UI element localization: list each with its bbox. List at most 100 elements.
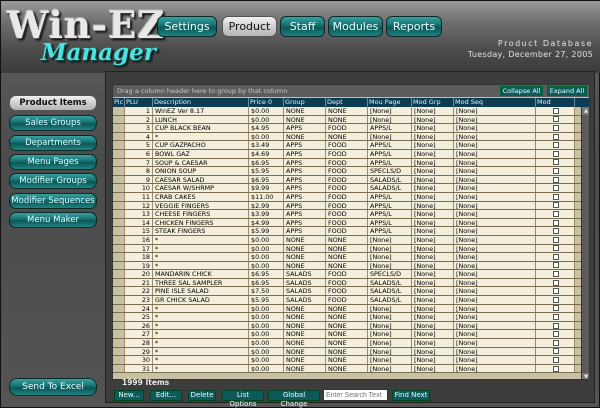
- sidebar-item-sales-groups[interactable]: Sales Groups: [9, 115, 97, 131]
- scroll-up-icon[interactable]: ▲: [582, 107, 589, 115]
- nav-modules[interactable]: Modules: [328, 16, 383, 37]
- table-row[interactable]: 3 CUP BLACK BEAN $4.95 APPS FOOD APPS/L [None]…: [113, 124, 583, 133]
- column-header-pic[interactable]: Pic: [113, 98, 125, 107]
- table-row[interactable]: 9 CAESAR SALAD $6.95 APPS FOOD SALADS/L [None]…: [113, 175, 583, 185]
- sidebar-item-product-items[interactable]: Product Items: [9, 95, 97, 111]
- mod-checkbox[interactable]: [553, 142, 559, 149]
- mod-checkbox[interactable]: [553, 185, 559, 192]
- table-row[interactable]: 23 GR CHICK SALAD $5.95 SALADS FOOD SALADS/L[…: [113, 296, 583, 305]
- mod-checkbox[interactable]: [553, 365, 559, 372]
- mod-checkbox[interactable]: [553, 288, 559, 295]
- nav-reports[interactable]: Reports: [386, 16, 442, 37]
- table-row[interactable]: 29 * $0.00 NONE NONE [None] [None] [None]: [113, 347, 583, 357]
- mod-checkbox[interactable]: [553, 296, 559, 303]
- sidebar-item-modifier-sequences[interactable]: Modifier Sequences: [9, 193, 97, 209]
- mod-checkbox[interactable]: [553, 331, 559, 338]
- column-header-mod-grp[interactable]: Mod Grp: [412, 98, 454, 107]
- table-row[interactable]: 20 MANDARIN CHICK $6.95 SALADS FOOD SPECLS/D[…: [113, 270, 583, 279]
- table-row[interactable]: 30 * $0.00 NONE NONE [None] [None] [None]: [113, 356, 583, 365]
- column-header-mod[interactable]: Mod: [536, 98, 575, 107]
- table-row[interactable]: 19 * $0.00 NONE NONE [None] [None] [None]: [113, 261, 583, 271]
- list-options-button[interactable]: List Options: [222, 390, 264, 408]
- mod-checkbox[interactable]: [553, 159, 559, 166]
- mod-checkbox[interactable]: [553, 305, 559, 312]
- table-row[interactable]: 6 BOWL GAZ $4.69 APPS FOOD APPS/L [None] [None]: [113, 149, 583, 159]
- table-row[interactable]: 12 VEGGIE FINGERS $2.99 APPS FOOD APPS/L [None…: [113, 201, 583, 211]
- column-header-group[interactable]: Group: [284, 98, 326, 107]
- table-row[interactable]: 16 * $0.00 NONE NONE [None] [None] [None]: [113, 235, 583, 245]
- mod-checkbox[interactable]: [553, 210, 559, 217]
- mod-checkbox[interactable]: [553, 116, 559, 123]
- mod-checkbox[interactable]: [553, 339, 559, 346]
- mod-checkbox[interactable]: [553, 193, 559, 200]
- mod-checkbox[interactable]: [553, 245, 559, 252]
- mod-checkbox[interactable]: [553, 357, 559, 364]
- table-row[interactable]: 10 CAESAR W/SHRMP $9.99 APPS FOOD SALADS/L [No…: [113, 184, 583, 193]
- table-row[interactable]: 1 WinEZ Ver 8.17 $0.00 NONE NONE [None] [None]…: [113, 107, 583, 116]
- table-row[interactable]: 7 SOUP & CAESAR $6.95 APPS FOOD APPS/L [None][…: [113, 158, 583, 168]
- nav-settings[interactable]: Settings: [157, 16, 217, 37]
- cell-mod-seq: [None]: [454, 227, 536, 235]
- mod-checkbox[interactable]: [553, 219, 559, 226]
- global-change-button[interactable]: Global Change: [268, 390, 320, 408]
- column-header-dept[interactable]: Dept: [326, 98, 368, 107]
- table-row[interactable]: 13 CHEESE FINGERS $3.99 APPS FOOD APPS/L [None…: [113, 210, 583, 219]
- table-row[interactable]: 5 CUP GAZPACHO $3.49 APPS FOOD APPS/L [None] [N…: [113, 141, 583, 150]
- mod-checkbox[interactable]: [553, 314, 559, 321]
- mod-checkbox[interactable]: [553, 262, 559, 269]
- search-input[interactable]: [323, 389, 388, 401]
- table-row[interactable]: 31 * $0.00 NONE NONE [None] [None] [None]: [113, 364, 583, 374]
- table-row[interactable]: 15 STEAK FINGERS $5.99 APPS FOOD APPS/L [None]…: [113, 227, 583, 236]
- column-header-plu[interactable]: PLU: [125, 98, 153, 107]
- column-header-description[interactable]: Description: [153, 98, 249, 107]
- table-row[interactable]: 24 * $0.00 NONE NONE [None] [None] [None]: [113, 304, 583, 314]
- table-row[interactable]: 8 ONION SOUP $5.95 APPS FOOD SPECLS/D [None] [N…: [113, 167, 583, 176]
- mod-checkbox[interactable]: [553, 133, 559, 140]
- mod-checkbox[interactable]: [553, 228, 559, 235]
- table-row[interactable]: 11 CRAB CAKES $11.00 APPS FOOD APPS/L [None] [N…: [113, 192, 583, 202]
- table-row[interactable]: 22 PINE ISLE SALAD $7.50 SALADS FOOD SALADS/L…: [113, 287, 583, 297]
- mod-checkbox[interactable]: [553, 236, 559, 243]
- nav-staff[interactable]: Staff: [280, 16, 325, 37]
- mod-checkbox[interactable]: [553, 271, 559, 278]
- mod-checkbox[interactable]: [553, 107, 559, 114]
- table-row[interactable]: 17 * $0.00 NONE NONE [None] [None] [None]: [113, 244, 583, 254]
- mod-checkbox[interactable]: [553, 322, 559, 329]
- table-row[interactable]: 2 LUNCH $0.00 NONE NONE [None] [None] [None]: [113, 115, 583, 125]
- new-button[interactable]: New...: [114, 390, 144, 401]
- find-next-button[interactable]: Find Next: [392, 390, 430, 401]
- mod-checkbox[interactable]: [553, 279, 559, 286]
- table-row[interactable]: 28 * $0.00 NONE NONE [None] [None] [None]: [113, 339, 583, 348]
- table-row[interactable]: 21 THREE SAL SAMPLER $6.95 SALADS FOOD SALADS…: [113, 278, 583, 288]
- table-row[interactable]: 14 CHICKEN FINGERS $4.99 APPS FOOD APPS/L [Non…: [113, 218, 583, 228]
- table-row[interactable]: 18 * $0.00 NONE NONE [None] [None] [None]: [113, 253, 583, 262]
- send-to-excel-button[interactable]: Send To Excel: [9, 378, 97, 396]
- collapse-all-button[interactable]: Collapse All: [500, 86, 543, 96]
- sidebar-item-menu-maker[interactable]: Menu Maker: [9, 212, 97, 228]
- mod-checkbox[interactable]: [553, 167, 559, 174]
- sidebar-item-menu-pages[interactable]: Menu Pages: [9, 154, 97, 170]
- scroll-down-icon[interactable]: ▼: [582, 373, 589, 379]
- table-row[interactable]: 4 * $0.00 NONE NONE [None] [None] [None]: [113, 132, 583, 142]
- mod-checkbox[interactable]: [553, 348, 559, 355]
- mod-checkbox[interactable]: [553, 202, 559, 209]
- delete-button[interactable]: Delete: [188, 390, 216, 401]
- column-header-mou-page[interactable]: Mou Page: [368, 98, 412, 107]
- table-row[interactable]: 27 * $0.00 NONE NONE [None] [None] [None]: [113, 330, 583, 340]
- mod-checkbox[interactable]: [553, 150, 559, 157]
- table-row[interactable]: 26 * $0.00 NONE NONE [None] [None] [None]: [113, 321, 583, 331]
- nav-product[interactable]: Product: [222, 16, 277, 37]
- table-row[interactable]: 25 * $0.00 NONE NONE [None] [None] [None]: [113, 313, 583, 322]
- cell-price-0: $0.00: [249, 132, 284, 141]
- column-header-mod-seq[interactable]: Mod Seq: [454, 98, 536, 107]
- mod-checkbox[interactable]: [553, 253, 559, 260]
- column-header-price-0[interactable]: Price 0: [249, 98, 284, 107]
- mod-checkbox[interactable]: [553, 176, 559, 183]
- sidebar-item-departments[interactable]: Departments: [9, 135, 97, 151]
- edit-button[interactable]: Edit...: [150, 390, 182, 401]
- vertical-scrollbar[interactable]: ▲ ▼: [581, 107, 589, 379]
- expand-all-button[interactable]: Expand All: [547, 86, 587, 96]
- mod-checkbox[interactable]: [553, 124, 559, 131]
- group-by-area[interactable]: Drag a column header here to group by th…: [113, 85, 589, 97]
- sidebar-item-modifier-groups[interactable]: Modifier Groups: [9, 173, 97, 189]
